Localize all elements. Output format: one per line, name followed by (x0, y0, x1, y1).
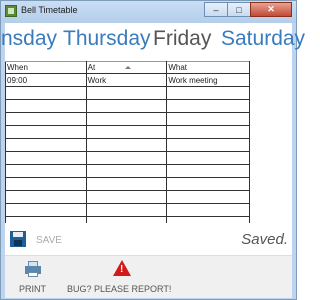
table-row (5, 177, 250, 191)
cell-what[interactable] (166, 112, 250, 126)
cell-what[interactable] (166, 177, 250, 191)
warning-icon[interactable]: ! (113, 260, 131, 276)
table-header: When At What (5, 61, 250, 74)
save-toolbar: SAVE Saved. (5, 223, 292, 255)
table-body: 09:00 Work Work meeting (5, 73, 250, 230)
minimize-button[interactable]: – (204, 2, 228, 17)
table-row (5, 86, 250, 100)
table-row (5, 203, 250, 217)
close-button[interactable]: ✕ (250, 2, 292, 17)
table-row (5, 138, 250, 152)
client-area: nsday Thursday Friday Saturday When At W… (1, 23, 305, 298)
day-tab-friday[interactable]: Friday (153, 27, 211, 51)
cell-at[interactable] (85, 138, 168, 152)
day-tab-wednesday[interactable]: nsday (1, 27, 57, 51)
cell-when[interactable] (5, 112, 87, 126)
table-row (5, 112, 250, 126)
window-controls: – □ ✕ (204, 2, 292, 17)
column-header-when[interactable]: When (5, 61, 87, 74)
timetable-grid: When At What 09:00 Work Work meeting (5, 61, 250, 230)
cell-when[interactable] (5, 190, 87, 204)
cell-at[interactable] (85, 164, 168, 178)
table-row: 09:00 Work Work meeting (5, 73, 250, 87)
cell-what[interactable] (166, 99, 250, 113)
report-bug-button[interactable]: BUG? PLEASE REPORT! (67, 284, 171, 294)
save-button[interactable]: SAVE (36, 235, 62, 246)
save-icon[interactable] (10, 231, 26, 247)
cell-what[interactable] (166, 203, 250, 217)
cell-at[interactable] (85, 86, 168, 100)
app-icon (5, 5, 17, 17)
cell-at[interactable] (85, 151, 168, 165)
cell-when[interactable]: 09:00 (5, 73, 87, 87)
table-row (5, 99, 250, 113)
table-row (5, 164, 250, 178)
table-row (5, 125, 250, 139)
cell-what[interactable] (166, 86, 250, 100)
column-header-at[interactable]: At (85, 61, 168, 74)
title-bar: Bell Timetable – □ ✕ (1, 1, 296, 23)
cell-when[interactable] (5, 86, 87, 100)
cell-when[interactable] (5, 203, 87, 217)
sort-arrow-icon (125, 66, 132, 70)
cell-when[interactable] (5, 99, 87, 113)
cell-when[interactable] (5, 151, 87, 165)
cell-at[interactable]: Work (85, 73, 168, 87)
cell-when[interactable] (5, 177, 87, 191)
cell-what[interactable] (166, 125, 250, 139)
column-header-what[interactable]: What (166, 61, 250, 74)
cell-when[interactable] (5, 164, 87, 178)
cell-at[interactable] (85, 177, 168, 191)
table-row (5, 190, 250, 204)
app-window: Bell Timetable – □ ✕ nsday Thursday Frid… (0, 0, 305, 300)
maximize-button[interactable]: □ (227, 2, 251, 17)
printer-icon[interactable] (25, 261, 41, 277)
app-bar: PRINT ! BUG? PLEASE REPORT! (5, 255, 292, 298)
cell-at[interactable] (85, 99, 168, 113)
cell-what[interactable]: Work meeting (166, 73, 250, 87)
print-button[interactable]: PRINT (19, 284, 46, 294)
cell-what[interactable] (166, 138, 250, 152)
day-pivot: nsday Thursday Friday Saturday (1, 23, 305, 61)
day-tab-thursday[interactable]: Thursday (63, 27, 151, 51)
cell-at[interactable] (85, 190, 168, 204)
cell-at[interactable] (85, 112, 168, 126)
cell-what[interactable] (166, 151, 250, 165)
window-title: Bell Timetable (21, 5, 78, 15)
save-status: Saved. (241, 231, 288, 248)
cell-what[interactable] (166, 164, 250, 178)
cell-when[interactable] (5, 125, 87, 139)
cell-at[interactable] (85, 203, 168, 217)
table-row (5, 151, 250, 165)
cell-what[interactable] (166, 190, 250, 204)
cell-at[interactable] (85, 125, 168, 139)
day-tab-saturday[interactable]: Saturday (221, 27, 305, 51)
cell-when[interactable] (5, 138, 87, 152)
